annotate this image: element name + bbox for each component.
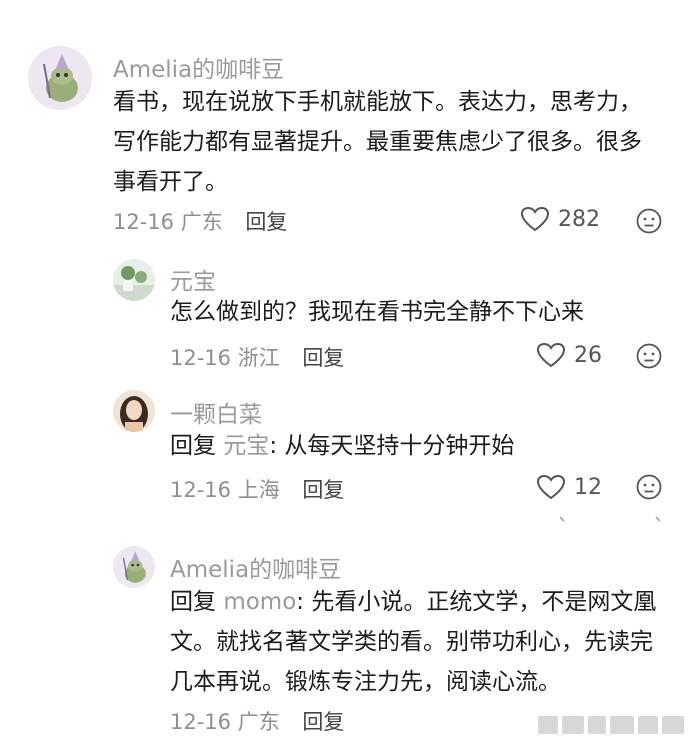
comment-item: Amelia的咖啡豆 看书，现在说放下手机就能放下。表达力，思考力，写作能力都有… xyxy=(0,0,690,250)
like-count: 282 xyxy=(558,206,600,232)
comment-location: 广东 xyxy=(180,210,223,234)
avatar[interactable] xyxy=(113,546,155,588)
comment-location: 浙江 xyxy=(237,346,280,370)
reply-item: Amelia的咖啡豆 回复 momo: 先看小说。正统文学，不是网文凰文。就找名… xyxy=(0,540,690,740)
reply-button[interactable]: 回复 xyxy=(245,210,287,234)
comment-meta: 12-16 上海 回复 xyxy=(170,474,344,504)
like-count: 12 xyxy=(574,474,602,500)
comment-location: 上海 xyxy=(237,478,280,502)
reply-item: 元宝 怎么做到的？我现在看书完全静不下心来 12-16 浙江 回复 26 xyxy=(0,250,690,380)
reply-button[interactable]: 回复 xyxy=(302,478,344,502)
username[interactable]: 一颗白菜 xyxy=(170,395,262,429)
frown-face-icon[interactable] xyxy=(636,474,662,500)
avatar[interactable] xyxy=(28,46,92,110)
watermark xyxy=(538,716,684,734)
like-count: 26 xyxy=(574,342,602,368)
comment-date: 12-16 xyxy=(170,710,232,734)
heart-outline-icon xyxy=(536,474,566,500)
comment-text: 怎么做到的？我现在看书完全静不下心来 xyxy=(170,299,584,325)
reply-prefix: 回复 xyxy=(170,589,216,615)
comment-location: 广东 xyxy=(237,710,280,734)
avatar[interactable] xyxy=(113,259,155,301)
comment-meta: 12-16 浙江 回复 xyxy=(170,342,344,372)
like-button[interactable]: 12 xyxy=(536,474,602,500)
reply-prefix: 回复 xyxy=(170,433,216,459)
frog-avatar-icon xyxy=(28,46,92,110)
frown-face-icon[interactable] xyxy=(636,208,662,234)
username[interactable]: Amelia的咖啡豆 xyxy=(170,550,341,584)
frog-avatar-icon xyxy=(113,546,155,588)
reply-item: 一颗白菜 回复 元宝: 从每天坚持十分钟开始 12-16 上海 回复 12 xyxy=(0,384,690,514)
reply-button[interactable]: 回复 xyxy=(302,710,344,734)
like-button[interactable]: 282 xyxy=(520,206,600,232)
comment-text: 回复 元宝: 从每天坚持十分钟开始 xyxy=(170,426,650,466)
comment-text: 回复 momo: 先看小说。正统文学，不是网文凰文。就找名著文学类的看。别带功利… xyxy=(170,582,660,702)
reply-target-user[interactable]: momo xyxy=(223,589,296,615)
username[interactable]: Amelia的咖啡豆 xyxy=(113,50,284,84)
comment-date: 12-16 xyxy=(170,478,232,502)
frown-face-icon[interactable] xyxy=(636,343,662,369)
comment-date: 12-16 xyxy=(113,210,175,234)
reply-button[interactable]: 回复 xyxy=(302,346,344,370)
reply-target-user[interactable]: 元宝 xyxy=(223,433,269,459)
plant-avatar-icon xyxy=(113,259,155,301)
heart-outline-icon xyxy=(520,206,550,232)
comment-text: 看书，现在说放下手机就能放下。表达力，思考力，写作能力都有显著提升。最重要焦虑少… xyxy=(113,89,642,195)
comment-date: 12-16 xyxy=(170,346,232,370)
reply-body: : 从每天坚持十分钟开始 xyxy=(269,433,515,459)
comment-meta: 12-16 广东 回复 xyxy=(170,706,344,736)
like-button[interactable]: 26 xyxy=(536,342,602,368)
avatar[interactable] xyxy=(113,390,155,432)
comment-meta: 12-16 广东 回复 xyxy=(113,206,287,236)
heart-outline-icon xyxy=(536,342,566,368)
girl-avatar-icon xyxy=(113,390,155,432)
divider xyxy=(560,516,660,522)
username[interactable]: 元宝 xyxy=(170,262,216,296)
